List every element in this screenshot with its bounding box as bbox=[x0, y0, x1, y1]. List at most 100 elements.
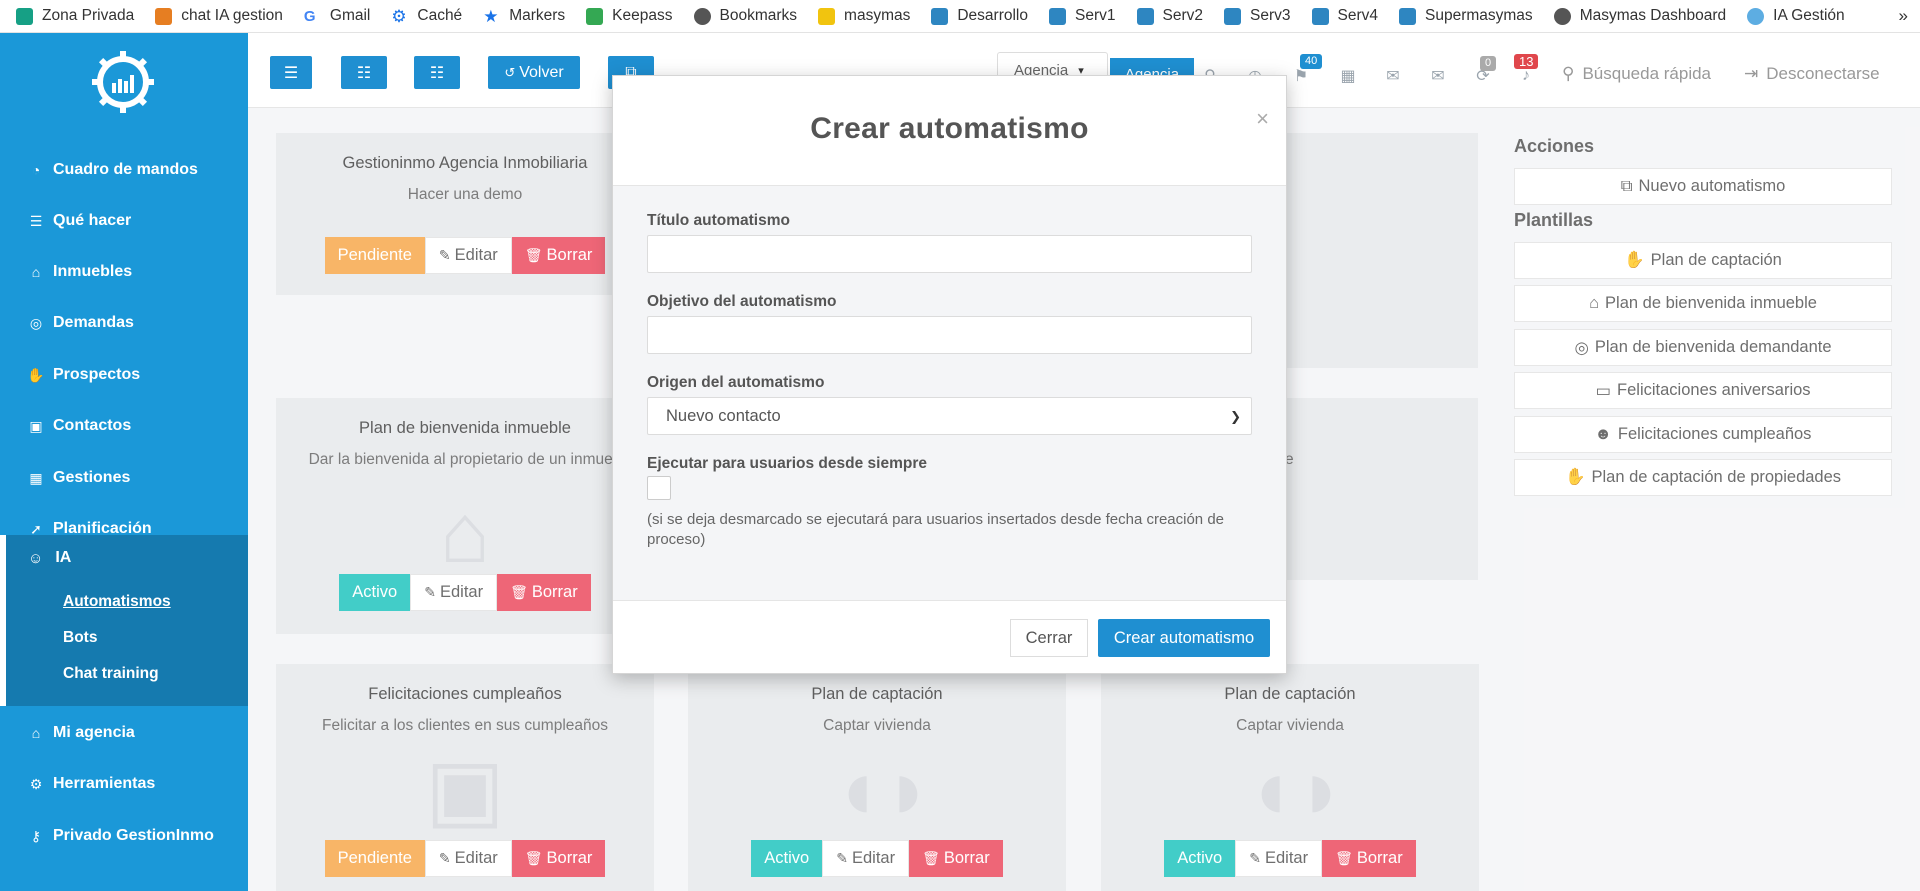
back-button[interactable]: ↺ Volver bbox=[488, 56, 580, 89]
list-view-button[interactable]: ☷ bbox=[341, 56, 387, 89]
goal-field-label: Objetivo del automatismo bbox=[647, 293, 837, 310]
bookmark-label: Desarrollo bbox=[957, 7, 1028, 24]
sidebar-item-1[interactable]: ☰ Qué hacer bbox=[0, 201, 248, 241]
sidebar-item-label: Qué hacer bbox=[53, 212, 132, 229]
modal-body: Título automatismo Objetivo del automati… bbox=[613, 186, 1286, 600]
sidebar-item-2[interactable]: ⌂ Inmuebles bbox=[0, 252, 248, 292]
create-automation-modal: Crear automatismo × Título automatismo O… bbox=[612, 75, 1287, 674]
sidebar-bottom-item-0[interactable]: ⌂ Mi agencia bbox=[0, 713, 248, 753]
folder-icon bbox=[818, 7, 836, 25]
bookmark-item[interactable]: chat IA gestion bbox=[155, 7, 283, 25]
run-always-label: Ejecutar para usuarios desde siempre bbox=[647, 455, 927, 472]
sidebar-item-5[interactable]: ▣ Contactos bbox=[0, 406, 248, 446]
compact-list-button[interactable]: ☷ bbox=[414, 56, 460, 89]
back-button-label: Volver bbox=[519, 63, 564, 81]
bookmark-item[interactable]: Serv3 bbox=[1224, 7, 1291, 25]
sidebar-item-6[interactable]: ▦ Gestiones bbox=[0, 458, 248, 498]
server-icon bbox=[1224, 7, 1241, 25]
submenu-item-2[interactable]: Chat training bbox=[63, 665, 159, 683]
server-icon bbox=[931, 7, 949, 25]
calendar-icon: ▦ bbox=[29, 469, 43, 486]
bookmark-label: Markers bbox=[509, 7, 566, 24]
quick-search-button[interactable]: ⚲ Búsqueda rápida bbox=[1562, 64, 1711, 84]
flags-badge: 40 bbox=[1300, 54, 1323, 69]
sidebar-bottom-item-2[interactable]: ⚷ Privado GestionInmo bbox=[0, 816, 248, 856]
origin-select-value: Nuevo contacto bbox=[666, 406, 781, 425]
cancel-button[interactable]: Cerrar bbox=[1010, 619, 1088, 657]
handshake-icon: ✋ bbox=[27, 366, 45, 383]
list-icon: ☰ bbox=[29, 212, 43, 229]
bookmark-item[interactable]: Serv4 bbox=[1311, 7, 1379, 25]
sidebar-bottom-item-1[interactable]: ⚙ Herramientas bbox=[0, 764, 248, 804]
bookmarks-overflow-button[interactable]: » bbox=[1899, 6, 1908, 26]
calendar-icon[interactable]: ▦ bbox=[1338, 66, 1358, 86]
sidebar-item-ia[interactable]: ☺ IA bbox=[28, 549, 71, 567]
logout-label: Desconectarse bbox=[1766, 64, 1880, 83]
close-icon[interactable]: × bbox=[1256, 106, 1269, 132]
bell-icon[interactable]: ♪ bbox=[1516, 66, 1536, 86]
bookmark-item[interactable]: Zona Privada bbox=[16, 7, 134, 25]
bookmark-label: Masymas Dashboard bbox=[1579, 7, 1727, 24]
bookmark-item[interactable]: Desarrollo bbox=[931, 7, 1028, 25]
server-icon bbox=[1399, 7, 1416, 25]
sidebar-item-4[interactable]: ✋ Prospectos bbox=[0, 355, 248, 395]
ai-gear-icon bbox=[1747, 7, 1765, 25]
sidebar-item-label: Prospectos bbox=[53, 366, 141, 383]
bookmark-item[interactable]: ⚙ Caché bbox=[391, 7, 462, 25]
bookmark-label: Serv4 bbox=[1337, 7, 1379, 24]
bookmark-item[interactable]: IA Gestión bbox=[1747, 7, 1845, 25]
create-automation-button[interactable]: Crear automatismo bbox=[1098, 619, 1270, 657]
app-logo-icon[interactable] bbox=[92, 51, 154, 113]
home-icon: ⌂ bbox=[31, 264, 41, 280]
sync-badge: 0 bbox=[1480, 56, 1497, 71]
origin-select[interactable]: Nuevo contacto ❯ bbox=[647, 397, 1252, 435]
robot-icon: ☺ bbox=[28, 549, 44, 567]
sidebar-item-label: IA bbox=[55, 549, 72, 566]
sidebar-item-label: Privado GestionInmo bbox=[53, 827, 214, 844]
sidebar-item-label: Contactos bbox=[53, 417, 132, 434]
sidebar-item-0[interactable]: ◔ Cuadro de mandos bbox=[0, 150, 248, 190]
sidebar: ◔ Cuadro de mandos ☰ Qué hacer ⌂ Inmuebles ◎ De… bbox=[0, 33, 248, 891]
puzzle-icon bbox=[155, 7, 173, 25]
bookmark-item[interactable]: ★ Markers bbox=[483, 7, 565, 25]
bookmark-label: Gmail bbox=[329, 7, 371, 24]
server-icon bbox=[1136, 7, 1154, 25]
contact-book-icon: ▣ bbox=[29, 417, 43, 434]
goal-input[interactable] bbox=[647, 316, 1252, 354]
bookmark-item[interactable]: Supermasymas bbox=[1399, 7, 1533, 25]
envelope-open-icon[interactable]: ✉ bbox=[1428, 66, 1448, 86]
bank-icon: ⌂ bbox=[31, 725, 41, 741]
bookmark-label: masymas bbox=[844, 7, 911, 24]
search-icon: ⚲ bbox=[1562, 64, 1575, 83]
sidebar-item-label: Herramientas bbox=[53, 775, 156, 792]
bookmark-item[interactable]: Serv2 bbox=[1136, 7, 1203, 25]
origin-field-label: Origen del automatismo bbox=[647, 374, 825, 391]
run-always-checkbox[interactable] bbox=[647, 476, 671, 500]
submenu-item-0[interactable]: Automatismos bbox=[63, 593, 171, 611]
key-icon: ⚷ bbox=[30, 827, 42, 844]
google-icon: G bbox=[303, 7, 316, 25]
bookmark-item[interactable]: masymas bbox=[818, 7, 910, 25]
bookmark-label: Serv1 bbox=[1075, 7, 1116, 24]
bookmark-item[interactable]: Keepass bbox=[586, 7, 673, 25]
title-field-label: Título automatismo bbox=[647, 212, 790, 229]
bookmark-label: Supermasymas bbox=[1425, 7, 1533, 24]
bookmark-item[interactable]: G Gmail bbox=[304, 7, 370, 25]
bookmark-label: IA Gestión bbox=[1773, 7, 1845, 24]
sidebar-item-3[interactable]: ◎ Demandas bbox=[0, 303, 248, 343]
sidebar-item-label: Demandas bbox=[53, 314, 134, 331]
flag-icon[interactable]: ⚑ bbox=[1291, 66, 1311, 86]
gear-icon: ⚙ bbox=[391, 6, 407, 26]
bookmark-item[interactable]: Bookmarks bbox=[693, 7, 797, 25]
submenu-item-1[interactable]: Bots bbox=[63, 629, 97, 647]
bookmark-item[interactable]: Serv1 bbox=[1049, 7, 1116, 25]
bookmarks-bar: Zona Privada chat IA gestion G Gmail ⚙ Caché ★… bbox=[0, 0, 1920, 33]
bookmark-label: Caché bbox=[417, 7, 463, 24]
menu-toggle-button[interactable]: ☰ bbox=[270, 56, 312, 89]
bookmark-item[interactable]: Masymas Dashboard bbox=[1553, 7, 1727, 25]
logout-button[interactable]: ⇥ Desconectarse bbox=[1744, 64, 1880, 84]
envelope-icon[interactable]: ✉ bbox=[1383, 66, 1403, 86]
title-input[interactable] bbox=[647, 235, 1252, 273]
bookmark-label: Zona Privada bbox=[42, 7, 135, 24]
drive-icon bbox=[586, 7, 604, 25]
